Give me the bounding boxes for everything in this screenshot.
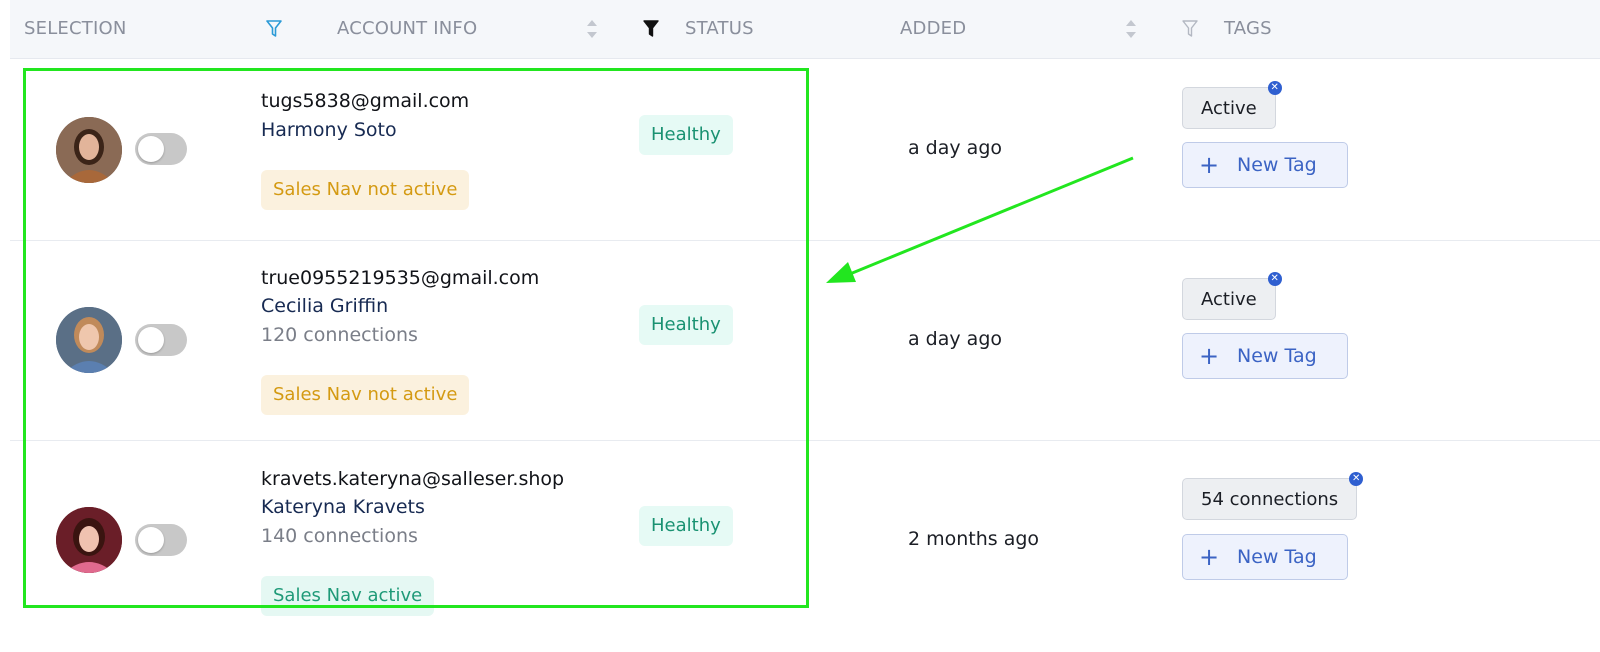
avatar: [56, 507, 122, 573]
new-tag-button[interactable]: + New Tag: [1182, 534, 1348, 580]
account-email: tugs5838@gmail.com: [261, 90, 470, 112]
account-email: true0955219535@gmail.com: [261, 267, 540, 289]
filter-icon[interactable]: [1182, 20, 1198, 38]
added-date: a day ago: [908, 328, 1002, 350]
column-header-added[interactable]: ADDED: [900, 18, 966, 39]
column-header-selection: SELECTION: [24, 18, 127, 39]
remove-tag-icon[interactable]: ✕: [1267, 81, 1282, 95]
avatar-photo-icon: [56, 307, 122, 373]
tag-chip: 54 connections ✕: [1182, 472, 1364, 520]
annotation-arrow-icon: [826, 156, 1134, 283]
avatar-photo-icon: [56, 117, 122, 183]
avatar: [56, 307, 122, 373]
new-tag-button[interactable]: + New Tag: [1182, 333, 1348, 379]
added-date: 2 months ago: [908, 528, 1040, 550]
connections-count: 120 connections: [261, 324, 418, 346]
plus-icon: +: [1199, 151, 1220, 179]
selection-toggle[interactable]: [135, 524, 187, 556]
connections-count: 140 connections: [261, 525, 418, 547]
filter-active-icon[interactable]: [643, 20, 659, 38]
plus-icon: +: [1199, 342, 1220, 370]
new-tag-label: New Tag: [1237, 345, 1317, 367]
avatar: [56, 117, 122, 183]
selection-toggle[interactable]: [135, 324, 187, 356]
table-header: SELECTION ACCOUNT INFO STATUS ADDED TAGS: [10, 0, 1600, 59]
row-divider: [10, 240, 1600, 241]
filter-icon[interactable]: [266, 20, 282, 38]
sales-nav-badge: Sales Nav not active: [261, 375, 470, 415]
tag-chip: Active ✕: [1182, 272, 1282, 320]
tag-chip: Active ✕: [1182, 81, 1282, 129]
selection-toggle[interactable]: [135, 133, 187, 165]
column-header-status[interactable]: STATUS: [685, 18, 754, 39]
account-name[interactable]: Harmony Soto: [261, 119, 397, 141]
new-tag-label: New Tag: [1237, 154, 1317, 176]
sort-icon[interactable]: [1125, 18, 1137, 40]
row-divider: [10, 440, 1600, 441]
plus-icon: +: [1199, 543, 1220, 571]
column-header-tags[interactable]: TAGS: [1224, 18, 1272, 39]
remove-tag-icon[interactable]: ✕: [1349, 472, 1364, 486]
sort-icon[interactable]: [586, 18, 598, 40]
avatar-photo-icon: [56, 507, 122, 573]
status-badge: Healthy: [639, 115, 733, 155]
account-name[interactable]: Cecilia Griffin: [261, 295, 388, 317]
account-email: kravets.kateryna@salleser.shop: [261, 468, 565, 490]
column-header-account-info[interactable]: ACCOUNT INFO: [337, 18, 477, 39]
new-tag-label: New Tag: [1237, 546, 1317, 568]
sales-nav-badge: Sales Nav active: [261, 576, 435, 616]
account-name[interactable]: Kateryna Kravets: [261, 496, 425, 518]
remove-tag-icon[interactable]: ✕: [1267, 272, 1282, 286]
tag-label: 54 connections: [1201, 489, 1339, 510]
new-tag-button[interactable]: + New Tag: [1182, 142, 1348, 188]
tag-label: Active: [1201, 289, 1257, 310]
status-badge: Healthy: [639, 506, 733, 546]
sales-nav-badge: Sales Nav not active: [261, 170, 470, 210]
added-date: a day ago: [908, 137, 1002, 159]
tag-label: Active: [1201, 98, 1257, 119]
status-badge: Healthy: [639, 305, 733, 345]
